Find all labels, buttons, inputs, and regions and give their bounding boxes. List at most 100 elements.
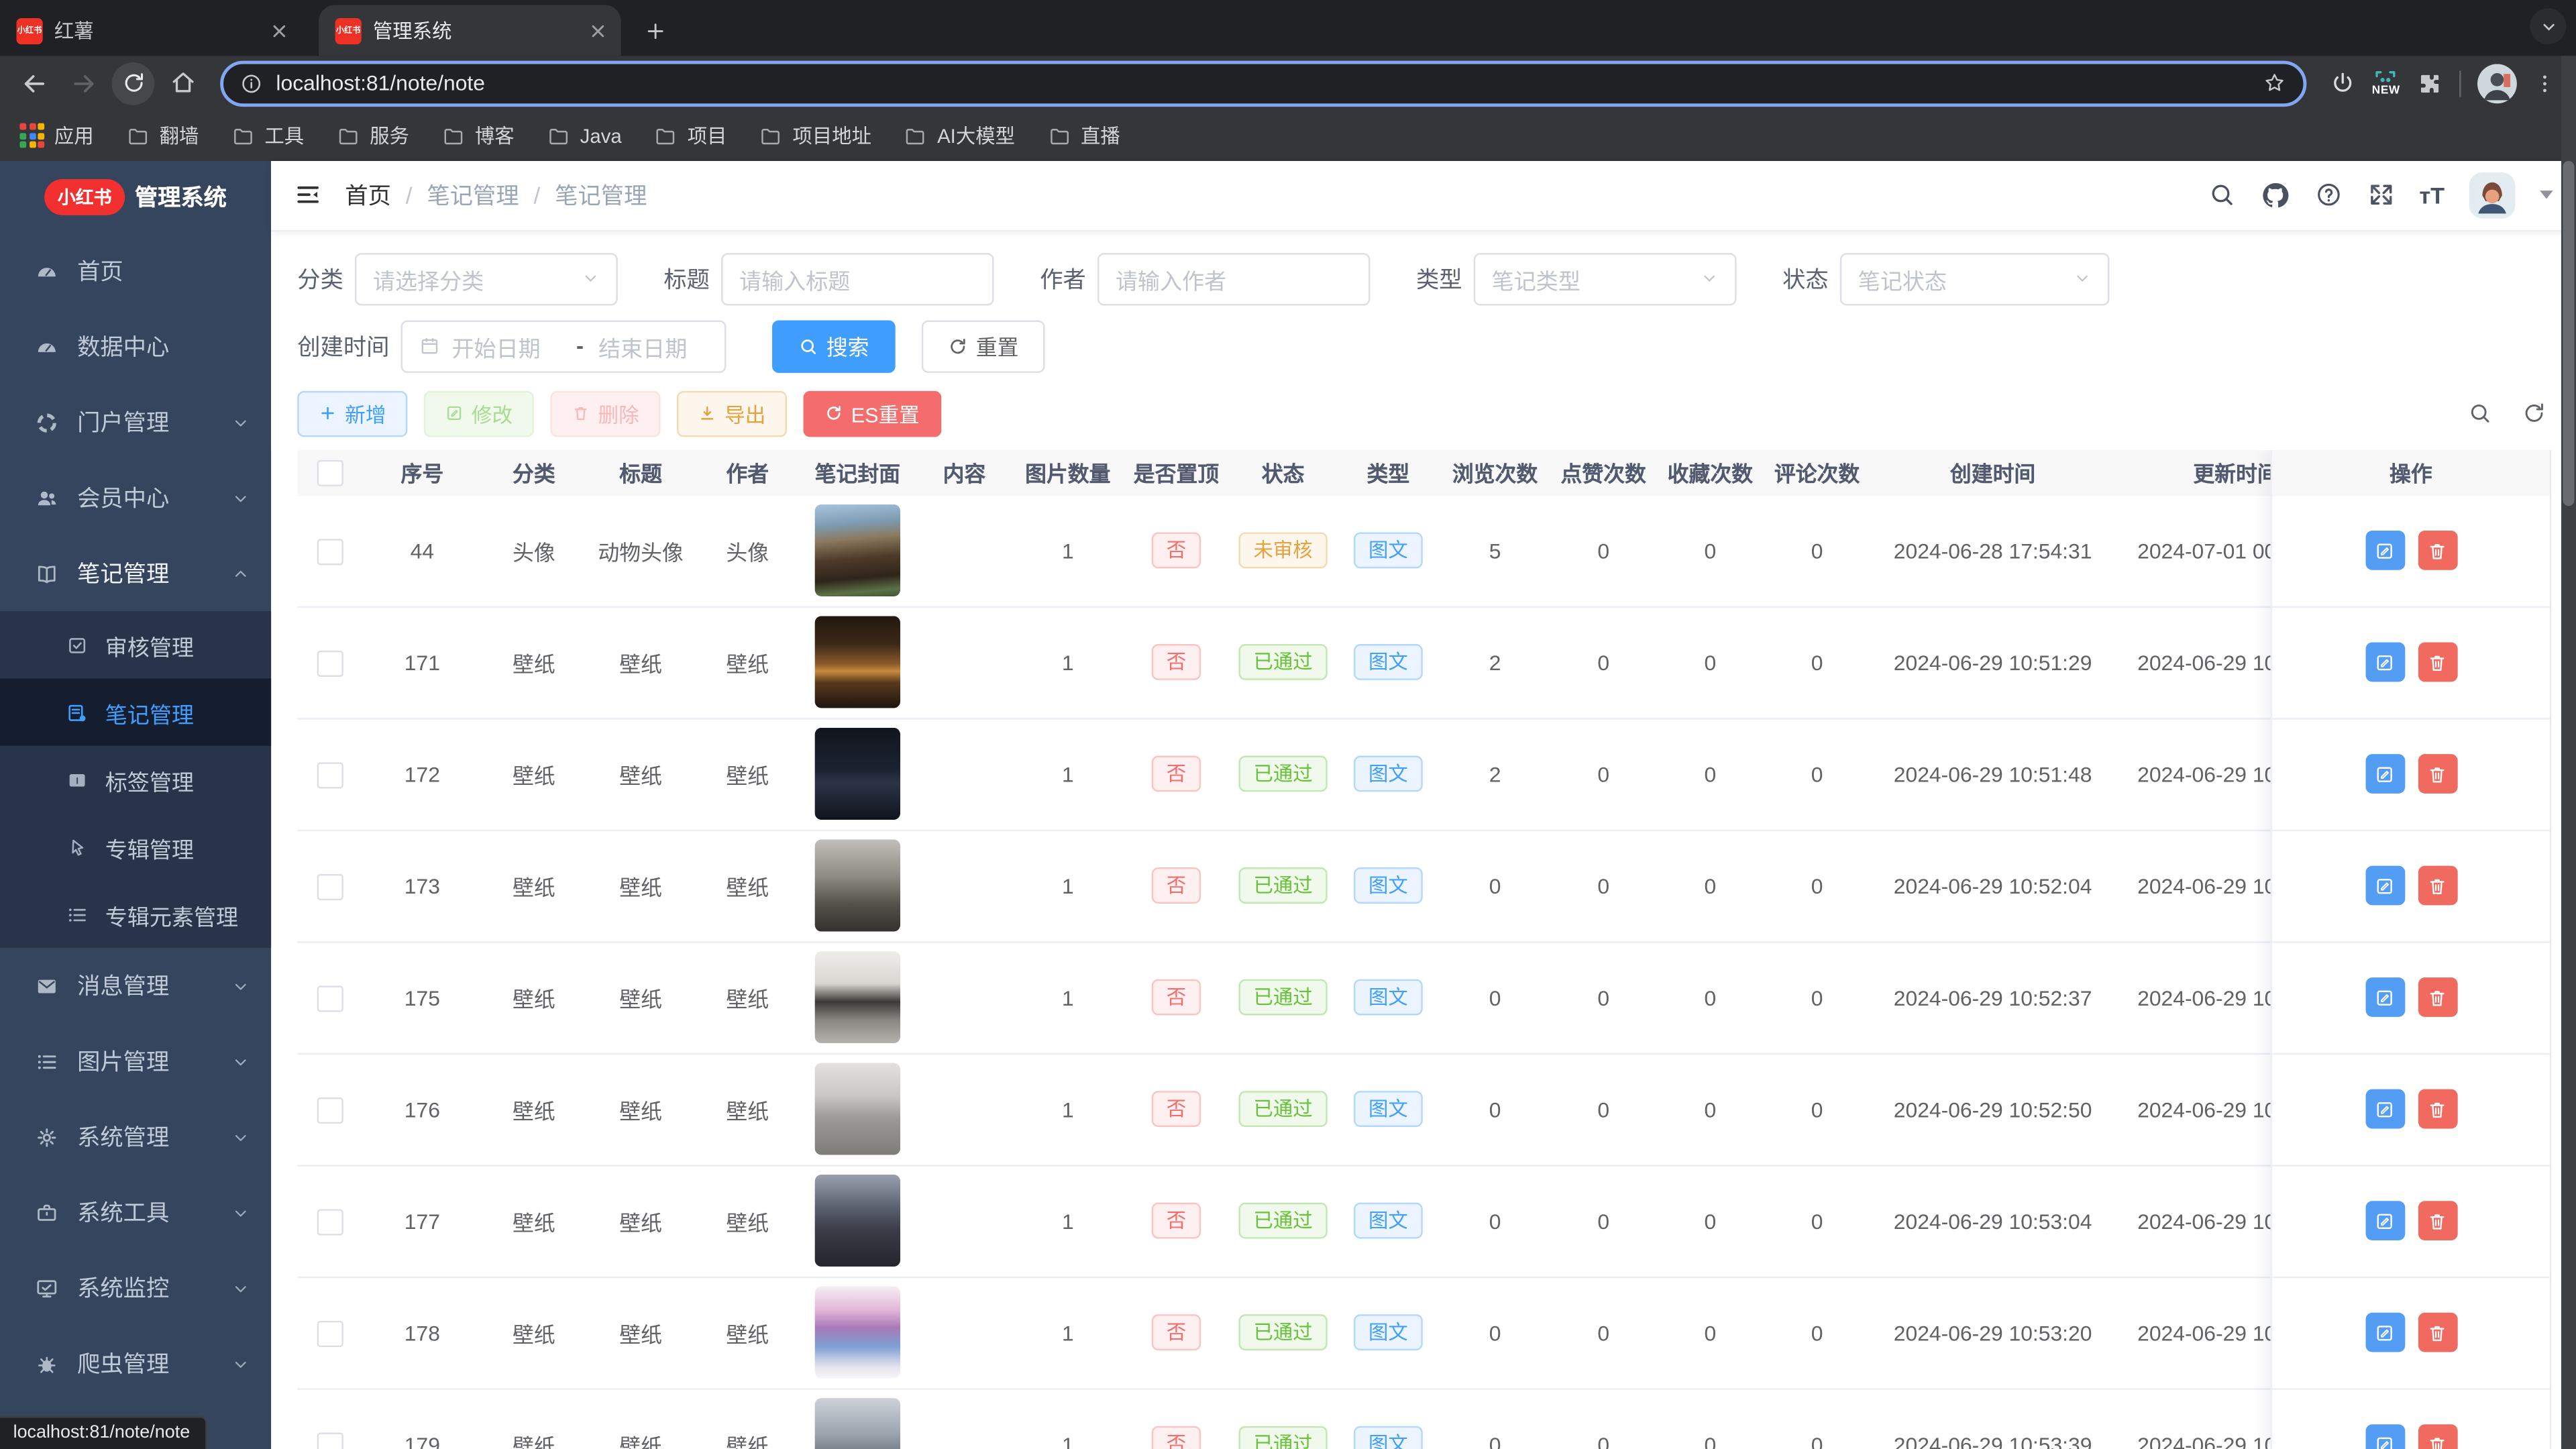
category-select[interactable]: 请选择分类 xyxy=(354,252,618,306)
puzzle-extensions-icon[interactable] xyxy=(2416,70,2443,96)
note-cover-image[interactable]: .. xyxy=(814,728,913,820)
row-edit-button[interactable] xyxy=(2365,978,2405,1018)
back-icon[interactable] xyxy=(13,62,56,105)
bookmark-item[interactable]: 服务 xyxy=(337,121,409,150)
note-cover-image[interactable]: .. xyxy=(814,616,913,709)
sidebar-item-消息管理[interactable]: 消息管理 xyxy=(0,948,271,1024)
forward-icon[interactable] xyxy=(62,62,105,105)
breadcrumb-home[interactable]: 首页 xyxy=(345,179,391,212)
sidebar-item-图片管理[interactable]: 图片管理 xyxy=(0,1024,271,1099)
bookmark-item[interactable]: 直播 xyxy=(1048,121,1120,150)
bookmark-item[interactable]: 翻墙 xyxy=(127,121,199,150)
delete-button[interactable]: 删除 xyxy=(550,390,661,437)
sidebar-item-会员中心[interactable]: 会员中心 xyxy=(0,460,271,536)
row-edit-button[interactable] xyxy=(2365,1425,2405,1449)
row-edit-button[interactable] xyxy=(2365,1089,2405,1130)
power-extension-icon[interactable] xyxy=(2329,70,2355,96)
site-info-icon[interactable] xyxy=(240,72,263,95)
browser-tab-inactive[interactable]: 小红书 红薯 xyxy=(0,5,303,56)
row-delete-button[interactable] xyxy=(2417,1089,2457,1130)
sidebar-item-首页[interactable]: 首页 xyxy=(0,233,271,309)
font-size-icon[interactable]: ᴛT xyxy=(2419,182,2445,209)
app-logo[interactable]: 小红书 管理系统 xyxy=(0,161,271,233)
export-button[interactable]: 导出 xyxy=(677,390,788,437)
sidebar-subitem-专辑管理[interactable]: 专辑管理 xyxy=(0,813,271,880)
refresh-table-icon[interactable] xyxy=(2522,401,2546,426)
row-delete-button[interactable] xyxy=(2417,1313,2457,1353)
sidebar-item-门户管理[interactable]: 门户管理 xyxy=(0,384,271,460)
row-checkbox[interactable] xyxy=(317,649,343,677)
github-icon[interactable] xyxy=(2260,180,2290,210)
sidebar-item-笔记管理[interactable]: 笔记管理 xyxy=(0,535,271,611)
title-input[interactable]: 请输入标题 xyxy=(721,252,994,306)
status-select[interactable]: 笔记状态 xyxy=(1839,252,2110,306)
fullscreen-icon[interactable] xyxy=(2367,181,2395,209)
collapse-sidebar-icon[interactable] xyxy=(294,181,322,209)
reset-button[interactable]: 重置 xyxy=(921,320,1045,373)
reload-icon[interactable] xyxy=(111,61,155,105)
row-checkbox[interactable] xyxy=(317,1097,343,1124)
row-checkbox[interactable] xyxy=(317,985,343,1012)
bookmark-item[interactable]: 博客 xyxy=(442,121,515,150)
row-checkbox[interactable] xyxy=(317,1320,343,1347)
note-cover-image[interactable]: .. xyxy=(814,1063,913,1156)
tab-close-icon[interactable] xyxy=(588,21,608,40)
row-delete-button[interactable] xyxy=(2417,1425,2457,1449)
row-delete-button[interactable] xyxy=(2417,978,2457,1018)
bookmark-item[interactable]: 项目 xyxy=(655,121,727,150)
bookmark-item[interactable]: 项目地址 xyxy=(760,121,871,150)
browser-profile-avatar[interactable] xyxy=(2477,63,2517,103)
home-icon[interactable] xyxy=(161,62,204,105)
sidebar-subitem-笔记管理[interactable]: 笔记管理 xyxy=(0,678,272,746)
row-delete-button[interactable] xyxy=(2417,531,2457,571)
sidebar-subitem-专辑元素管理[interactable]: 专辑元素管理 xyxy=(0,881,271,948)
row-edit-button[interactable] xyxy=(2365,531,2405,571)
row-checkbox[interactable] xyxy=(317,761,343,788)
bookmark-item[interactable]: 应用 xyxy=(19,121,94,150)
note-cover-image[interactable]: .. xyxy=(814,504,913,597)
date-range-picker[interactable]: 开始日期 - 结束日期 xyxy=(400,320,727,373)
sidebar-item-系统管理[interactable]: 系统管理 xyxy=(0,1099,271,1175)
user-avatar[interactable] xyxy=(2469,172,2516,219)
add-button[interactable]: 新增 xyxy=(297,390,408,437)
bookmark-item[interactable]: Java xyxy=(547,124,622,147)
row-delete-button[interactable] xyxy=(2417,1201,2457,1241)
es-reset-button[interactable]: ES重置 xyxy=(803,390,941,437)
row-checkbox[interactable] xyxy=(317,1432,343,1449)
row-delete-button[interactable] xyxy=(2417,866,2457,906)
browser-tab-active[interactable]: 小红书 管理系统 xyxy=(319,5,621,56)
new-extension-icon[interactable]: NEW xyxy=(2372,69,2400,97)
note-cover-image[interactable]: .. xyxy=(814,1175,913,1268)
note-cover-image[interactable]: .. xyxy=(814,951,913,1044)
sidebar-subitem-审核管理[interactable]: 审核管理 xyxy=(0,611,271,678)
author-input[interactable]: 请输入作者 xyxy=(1097,252,1371,306)
row-checkbox[interactable] xyxy=(317,873,343,900)
type-select[interactable]: 笔记类型 xyxy=(1473,252,1737,306)
user-menu-caret-icon[interactable] xyxy=(2540,191,2553,200)
bookmark-item[interactable]: AI大模型 xyxy=(904,121,1015,150)
new-tab-button[interactable] xyxy=(634,10,677,53)
browser-menu-kebab-icon[interactable] xyxy=(2533,72,2556,95)
select-all-checkbox[interactable] xyxy=(317,460,343,487)
sidebar-item-系统工具[interactable]: 系统工具 xyxy=(0,1175,271,1250)
address-bar[interactable]: localhost:81/note/note xyxy=(220,60,2306,106)
sidebar-item-爬虫管理[interactable]: 爬虫管理 xyxy=(0,1326,271,1401)
browser-scrollbar[interactable] xyxy=(2561,56,2576,1449)
row-edit-button[interactable] xyxy=(2365,755,2405,794)
bookmark-item[interactable]: 工具 xyxy=(231,121,304,150)
bookmark-star-icon[interactable] xyxy=(2262,70,2287,95)
note-cover-image[interactable]: .. xyxy=(814,1287,913,1379)
row-checkbox[interactable] xyxy=(317,538,343,565)
tab-close-icon[interactable] xyxy=(270,21,289,40)
note-cover-image[interactable]: .. xyxy=(814,840,913,932)
row-edit-button[interactable] xyxy=(2365,1201,2405,1241)
search-button[interactable]: 搜索 xyxy=(772,320,896,373)
note-cover-image[interactable]: .. xyxy=(814,1399,901,1449)
sidebar-item-数据中心[interactable]: 数据中心 xyxy=(0,309,271,384)
row-edit-button[interactable] xyxy=(2365,866,2405,906)
sidebar-item-系统监控[interactable]: 系统监控 xyxy=(0,1250,271,1326)
breadcrumb-item[interactable]: 笔记管理 xyxy=(427,179,519,212)
tab-search-icon[interactable] xyxy=(2530,8,2567,45)
help-icon[interactable] xyxy=(2314,181,2343,209)
edit-button[interactable]: 修改 xyxy=(423,390,534,437)
